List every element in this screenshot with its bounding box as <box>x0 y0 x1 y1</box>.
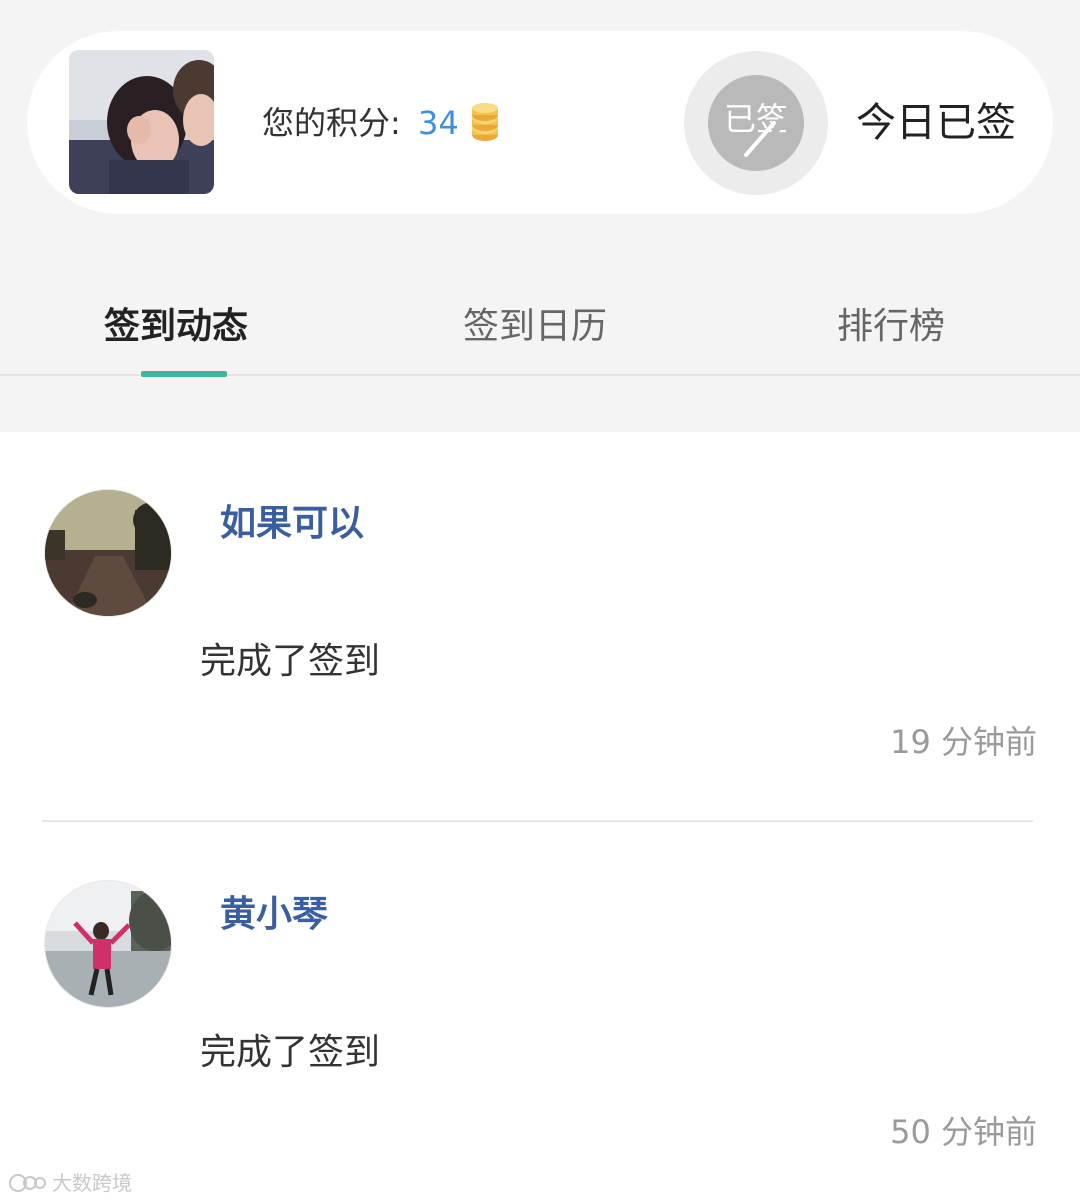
profile-card: 您的积分: 34 已签 今日已签 <box>27 31 1053 214</box>
points-label: 您的积分: <box>262 104 401 142</box>
signed-status-text: 今日已签 <box>856 100 1016 146</box>
feed-message: 完成了签到 <box>200 641 381 682</box>
points-value: 34 <box>418 104 459 142</box>
feed-list-item: 如果可以 完成了签到 19 分钟前 <box>0 432 1080 824</box>
header-area: 您的积分: 34 已签 今日已签 签到动态 签到日历 排行榜 <box>0 0 1080 432</box>
feed-list-item: 黄小琴 完成了签到 50 分钟前 <box>0 824 1080 1184</box>
feed-timestamp: 50 分钟前 <box>890 1113 1037 1151</box>
profile-avatar[interactable] <box>69 50 214 194</box>
feed-message: 完成了签到 <box>200 1032 381 1073</box>
tab-checkin-feed[interactable]: 签到动态 <box>104 302 248 352</box>
user-name[interactable]: 黄小琴 <box>220 890 328 940</box>
watermark-logo-icon <box>9 1174 46 1192</box>
user-avatar[interactable] <box>44 489 172 617</box>
watermark-text: 大数跨境 <box>52 1171 132 1195</box>
signed-badge[interactable]: 已签 <box>684 51 828 195</box>
user-name[interactable]: 如果可以 <box>220 499 364 549</box>
tab-leaderboard[interactable]: 排行榜 <box>837 302 945 352</box>
watermark: 大数跨境 <box>8 1168 132 1198</box>
active-tab-indicator <box>141 371 227 377</box>
pen-icon <box>744 107 794 167</box>
feed-timestamp: 19 分钟前 <box>890 723 1037 761</box>
tab-checkin-calendar[interactable]: 签到日历 <box>463 302 607 352</box>
user-avatar[interactable] <box>44 880 172 1008</box>
coin-stack-icon <box>470 103 500 143</box>
feed-divider <box>42 820 1033 822</box>
